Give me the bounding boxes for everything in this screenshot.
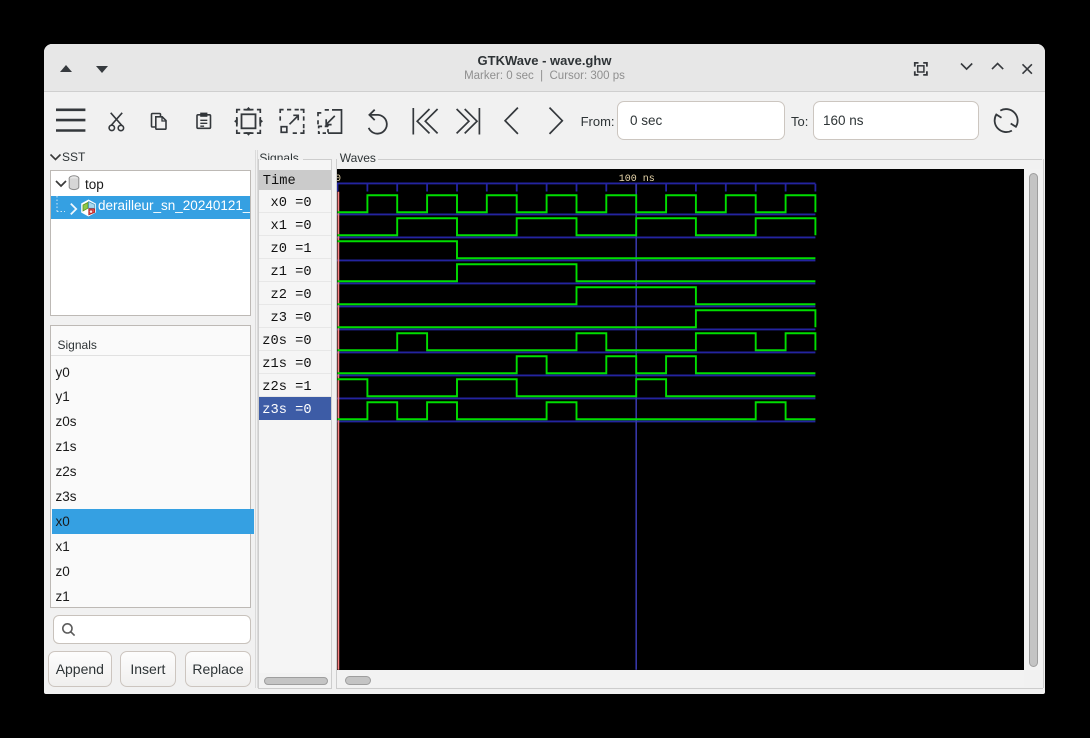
svg-text:0: 0 — [337, 174, 341, 185]
svg-text:100 ns: 100 ns — [619, 174, 655, 185]
